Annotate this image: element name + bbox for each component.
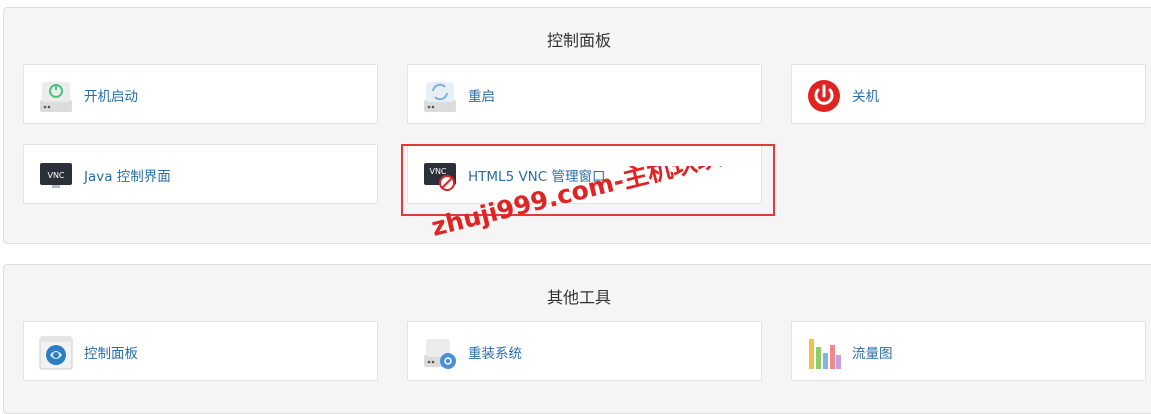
tile-label: Java 控制界面	[84, 169, 171, 185]
tile-label: 开机启动	[84, 89, 138, 105]
section-title: 控制面板	[546, 31, 611, 50]
svg-text:VNC: VNC	[429, 167, 446, 176]
tile-label: HTML5 VNC 管理窗口	[468, 169, 606, 185]
control-panel-section: 控制面板 开机启动 重启 关机 VNC Java 控制界面 VNC HTML5 …	[3, 7, 1151, 244]
tile-label: 控制面板	[84, 346, 138, 362]
reinstall-os-button[interactable]: 重装系统	[407, 321, 762, 381]
other-tools-section: 其他工具 控制面板 重装系统 流量图	[3, 264, 1151, 414]
power-on-button[interactable]: 开机启动	[23, 64, 378, 124]
section-title: 其他工具	[546, 288, 611, 307]
restart-drive-icon	[424, 82, 456, 112]
tile-label: 流量图	[852, 346, 893, 362]
restart-button[interactable]: 重启	[407, 64, 762, 124]
tile-label: 重启	[468, 89, 495, 105]
control-panel-app-icon	[39, 336, 73, 370]
tile-label: 关机	[852, 89, 879, 105]
java-console-button[interactable]: VNC Java 控制界面	[23, 144, 378, 204]
vnc-monitor-icon: VNC	[40, 163, 72, 188]
control-panel-app-button[interactable]: 控制面板	[23, 321, 378, 381]
vnc-disabled-icon: VNC	[424, 163, 456, 191]
bar-chart-icon	[809, 339, 841, 369]
power-off-icon	[808, 80, 840, 112]
html5-vnc-button[interactable]: VNC HTML5 VNC 管理窗口	[407, 144, 762, 204]
power-on-drive-icon	[40, 82, 72, 112]
svg-text:VNC: VNC	[47, 171, 64, 180]
shutdown-button[interactable]: 关机	[791, 64, 1146, 124]
traffic-graph-button[interactable]: 流量图	[791, 321, 1146, 381]
reinstall-drive-icon	[424, 339, 456, 369]
tile-label: 重装系统	[468, 346, 522, 362]
